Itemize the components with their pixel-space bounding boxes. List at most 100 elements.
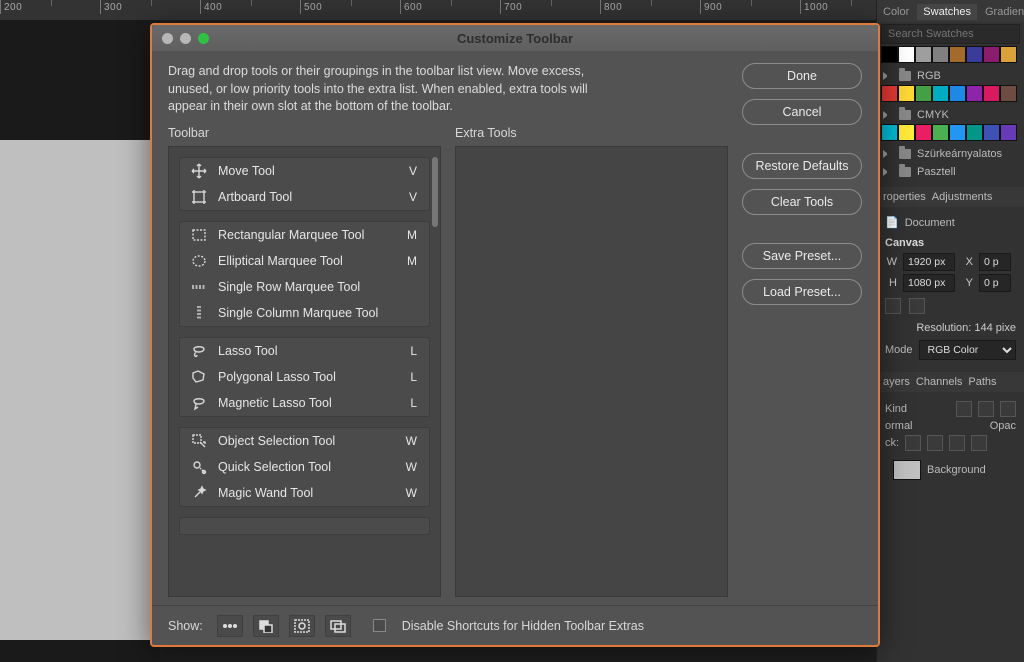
tool-shortcut: M: [407, 254, 417, 268]
filter-image-icon[interactable]: [956, 401, 972, 417]
swatch[interactable]: [915, 46, 932, 63]
swatch[interactable]: [1000, 46, 1017, 63]
tool-row[interactable]: Magic Wand ToolW: [180, 480, 429, 506]
layer-thumbnail[interactable]: [893, 460, 921, 480]
swatch-group-header[interactable]: RGB: [877, 67, 1024, 85]
blend-mode[interactable]: ormal: [885, 420, 913, 432]
document-label-row: 📄 Document: [885, 216, 1016, 229]
tab-properties[interactable]: roperties: [883, 191, 926, 203]
lock-position-icon[interactable]: [927, 435, 943, 451]
swatch[interactable]: [898, 46, 915, 63]
x-input[interactable]: [979, 253, 1011, 271]
swatch[interactable]: [949, 46, 966, 63]
show-foreground-toggle[interactable]: [253, 615, 279, 637]
ruler-tick: 700: [500, 0, 600, 14]
tool-row[interactable]: Lasso ToolL: [180, 338, 429, 364]
tool-group[interactable]: Lasso ToolLPolygonal Lasso ToolLMagnetic…: [179, 337, 430, 417]
tool-row[interactable]: Quick Selection ToolW: [180, 454, 429, 480]
lock-all-icon[interactable]: [971, 435, 987, 451]
swatch[interactable]: [932, 124, 949, 141]
right-panel-column: Color Swatches Gradien RGB CMYK Szürkeárny…: [876, 0, 1024, 662]
swatch[interactable]: [949, 85, 966, 102]
swatch[interactable]: [966, 46, 983, 63]
lock-pixels-icon[interactable]: [905, 435, 921, 451]
canvas-section-label: Canvas: [885, 237, 1016, 249]
swatch[interactable]: [983, 85, 1000, 102]
show-quickmask-toggle[interactable]: [289, 615, 315, 637]
lock-artboard-icon[interactable]: [949, 435, 965, 451]
swatch[interactable]: [966, 85, 983, 102]
show-overflow-toggle[interactable]: [217, 615, 243, 637]
swatch[interactable]: [1000, 85, 1017, 102]
document-canvas[interactable]: [0, 140, 160, 640]
dialog-titlebar[interactable]: Customize Toolbar: [152, 25, 878, 51]
toolbar-list[interactable]: Move ToolVArtboard ToolV Rectangular Marq…: [168, 146, 441, 598]
layer-name-background[interactable]: Background: [927, 464, 986, 476]
canvas-background: [0, 20, 160, 662]
load-preset-button[interactable]: Load Preset...: [742, 279, 862, 305]
tool-row[interactable]: Single Row Marquee Tool: [180, 274, 429, 300]
swatch-group-header[interactable]: Szürkeárnyalatos: [877, 145, 1024, 163]
cancel-button[interactable]: Cancel: [742, 99, 862, 125]
save-preset-button[interactable]: Save Preset...: [742, 243, 862, 269]
swatch[interactable]: [966, 124, 983, 141]
tab-gradients[interactable]: Gradien: [985, 6, 1024, 18]
tool-group[interactable]: Rectangular Marquee ToolMElliptical Marq…: [179, 221, 430, 327]
tab-swatches[interactable]: Swatches: [917, 4, 977, 20]
show-screenmode-toggle[interactable]: [325, 615, 351, 637]
swatch-group-header[interactable]: Pasztell: [877, 163, 1024, 181]
tool-row[interactable]: Elliptical Marquee ToolM: [180, 248, 429, 274]
swatch[interactable]: [881, 124, 898, 141]
orient-landscape-button[interactable]: [909, 298, 925, 314]
tool-row[interactable]: Object Selection ToolW: [180, 428, 429, 454]
color-mode-select[interactable]: RGB Color: [919, 340, 1016, 360]
swatch[interactable]: [915, 85, 932, 102]
tab-layers[interactable]: ayers: [883, 376, 910, 388]
tool-row[interactable]: Magnetic Lasso ToolL: [180, 390, 429, 416]
tool-group[interactable]: [179, 517, 430, 535]
swatch[interactable]: [898, 85, 915, 102]
scrollbar-thumb[interactable]: [432, 157, 438, 227]
tool-row[interactable]: Artboard ToolV: [180, 184, 429, 210]
filter-text-icon[interactable]: [1000, 401, 1016, 417]
width-input[interactable]: [903, 253, 955, 271]
swatch[interactable]: [949, 124, 966, 141]
tool-group[interactable]: Object Selection ToolWQuick Selection To…: [179, 427, 430, 507]
swatch[interactable]: [1000, 124, 1017, 141]
tab-color[interactable]: Color: [883, 6, 909, 18]
swatch-group-header[interactable]: CMYK: [877, 106, 1024, 124]
swatch[interactable]: [932, 85, 949, 102]
swatches-search-input[interactable]: [881, 24, 1020, 44]
swatch[interactable]: [915, 124, 932, 141]
swatch-group-row: [877, 124, 1024, 145]
kind-label: Kind: [885, 403, 907, 415]
done-button[interactable]: Done: [742, 63, 862, 89]
chevron-right-icon: [883, 168, 891, 176]
tool-group[interactable]: Move ToolVArtboard ToolV: [179, 157, 430, 211]
disable-shortcuts-checkbox[interactable]: [373, 619, 386, 632]
restore-defaults-button[interactable]: Restore Defaults: [742, 153, 862, 179]
swatch[interactable]: [983, 46, 1000, 63]
orient-portrait-button[interactable]: [885, 298, 901, 314]
tab-channels[interactable]: Channels: [916, 376, 962, 388]
swatch[interactable]: [881, 85, 898, 102]
swatch[interactable]: [881, 46, 898, 63]
filter-adjust-icon[interactable]: [978, 401, 994, 417]
tool-row[interactable]: Polygonal Lasso ToolL: [180, 364, 429, 390]
tab-paths[interactable]: Paths: [968, 376, 996, 388]
swatch[interactable]: [932, 46, 949, 63]
tool-row[interactable]: Single Column Marquee Tool: [180, 300, 429, 326]
folder-icon: [899, 149, 911, 159]
clear-tools-button[interactable]: Clear Tools: [742, 189, 862, 215]
height-input[interactable]: [903, 274, 955, 292]
tool-name: Single Row Marquee Tool: [218, 280, 417, 294]
tool-row[interactable]: Move ToolV: [180, 158, 429, 184]
tool-name: Object Selection Tool: [218, 434, 406, 448]
y-input[interactable]: [979, 274, 1011, 292]
tab-adjustments[interactable]: Adjustments: [932, 191, 993, 203]
swatch[interactable]: [898, 124, 915, 141]
dialog-instructions: Drag and drop tools or their groupings i…: [168, 63, 728, 116]
tool-row[interactable]: Rectangular Marquee ToolM: [180, 222, 429, 248]
swatch[interactable]: [983, 124, 1000, 141]
extra-tools-list[interactable]: [455, 146, 728, 598]
